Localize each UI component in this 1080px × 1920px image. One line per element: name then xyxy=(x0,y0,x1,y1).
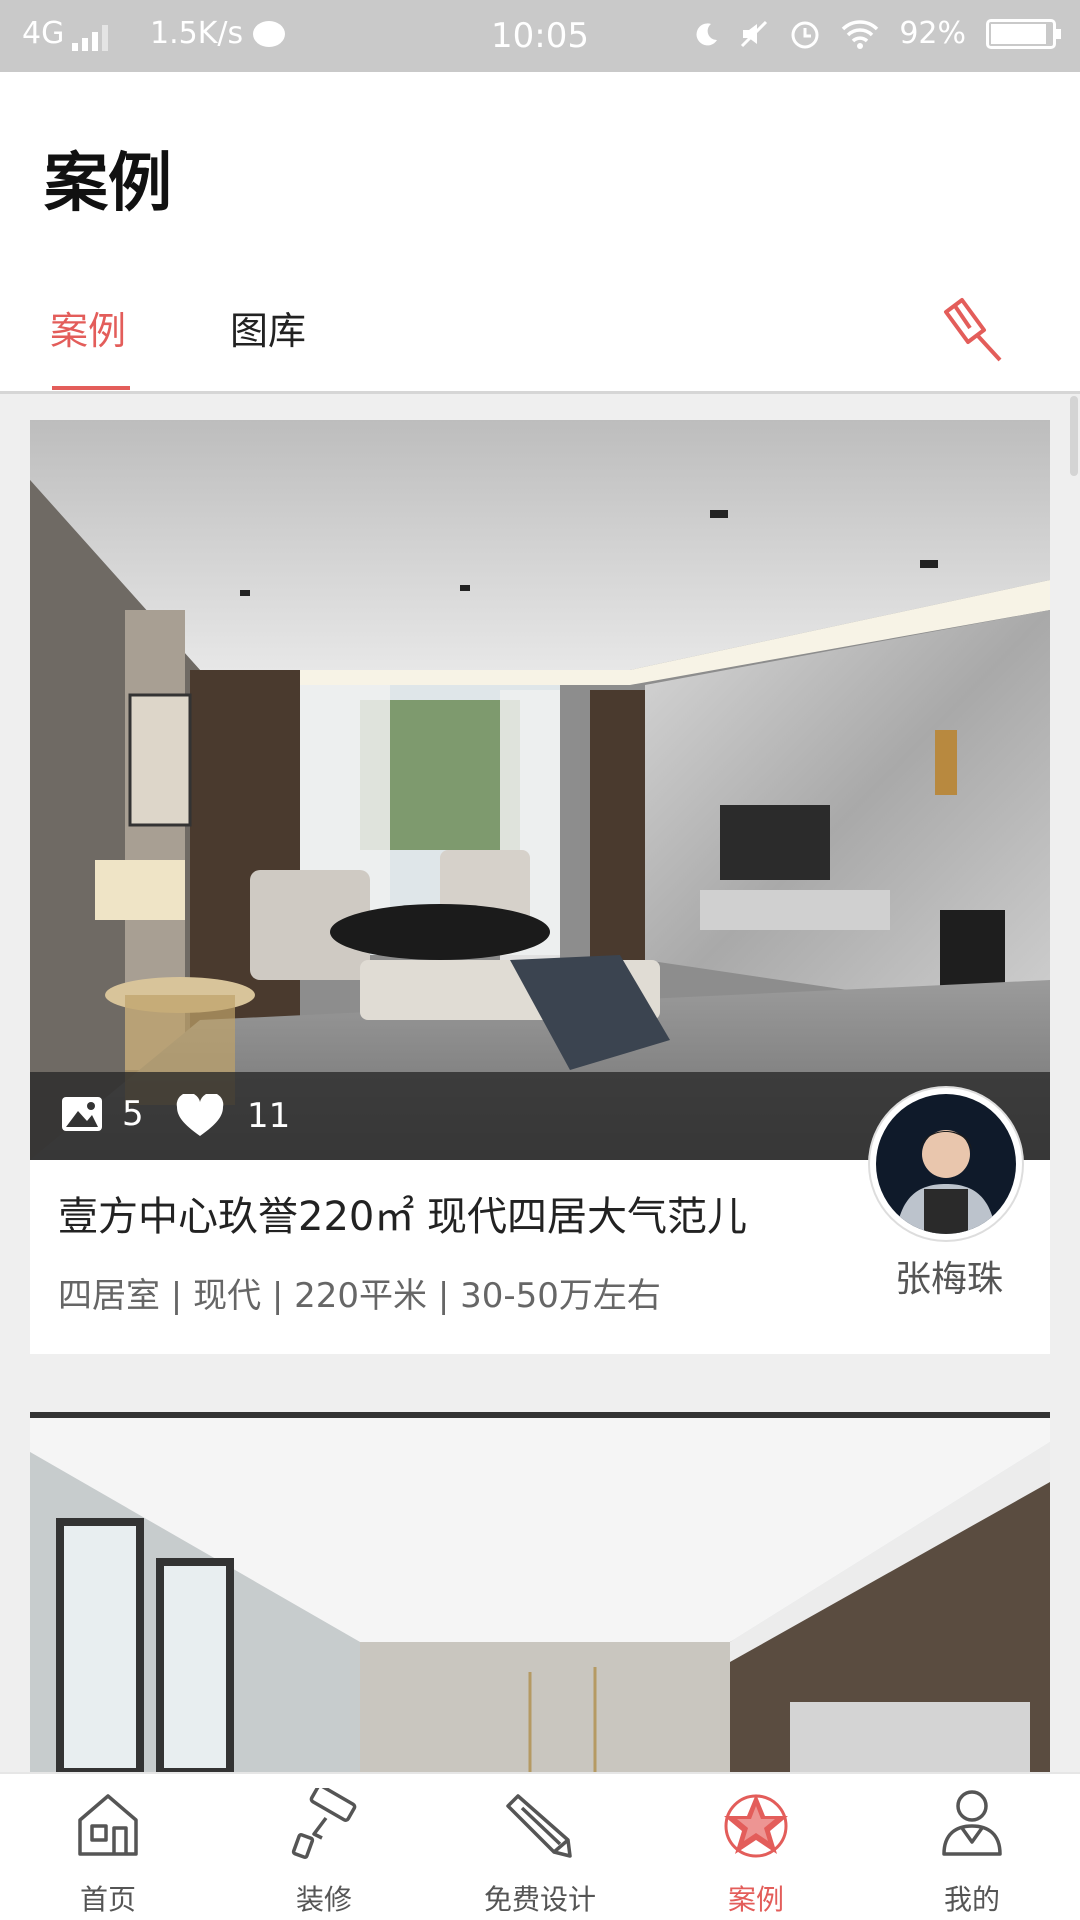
nav-home[interactable]: 首页 xyxy=(0,1774,216,1920)
case-photo xyxy=(30,1412,1050,1772)
bottom-nav: 首页 装修 免费设计 案例 我的 xyxy=(0,1772,1080,1920)
paint-roller-icon xyxy=(291,1788,357,1859)
designer-photo xyxy=(876,1094,1016,1234)
designer-avatar[interactable] xyxy=(870,1088,1022,1240)
pencil-icon xyxy=(506,1794,572,1858)
alarm-icon xyxy=(791,21,819,48)
page-title: 案例 xyxy=(44,147,172,221)
photo-count: 5 xyxy=(60,1094,144,1134)
nav-home-label: 首页 xyxy=(79,1883,136,1916)
nav-cases[interactable]: 案例 xyxy=(648,1774,864,1920)
designer-name[interactable]: 张梅珠 xyxy=(885,1250,1013,1302)
nav-free-design-label: 免费设计 xyxy=(483,1883,596,1916)
nav-decoration[interactable]: 装修 xyxy=(216,1774,432,1920)
scrollbar[interactable] xyxy=(1070,396,1078,476)
wifi-icon xyxy=(842,19,879,49)
case-photo[interactable]: 5 11 xyxy=(30,420,1050,1160)
photo-count-value: 5 xyxy=(122,1094,144,1134)
status-bar: 4G 1.5K/s 10:05 92% xyxy=(0,0,1080,72)
app-screen: 4G 1.5K/s 10:05 92% 案例 案例 图库 5 11 壹方中心玖誉… xyxy=(0,0,1080,1920)
active-tab-indicator xyxy=(52,386,130,390)
case-card[interactable]: 5 11 壹方中心玖誉220㎡ 现代四居大气范儿 四居室 | 现代 | 220平… xyxy=(30,420,1050,1354)
nav-decoration-label: 装修 xyxy=(295,1883,352,1916)
status-icons: 92% xyxy=(693,16,1061,51)
living-room-image xyxy=(30,420,1050,1160)
case-title[interactable]: 壹方中心玖誉220㎡ 现代四居大气范儿 xyxy=(58,1184,747,1242)
nav-free-design[interactable]: 免费设计 xyxy=(432,1774,648,1920)
image-icon xyxy=(62,1097,102,1131)
brush-icon[interactable] xyxy=(938,294,1008,364)
profile-icon xyxy=(942,1790,1002,1856)
nav-mine[interactable]: 我的 xyxy=(864,1774,1080,1920)
moon-icon xyxy=(696,22,718,45)
like-count-value: 11 xyxy=(247,1096,291,1136)
nav-cases-label: 案例 xyxy=(727,1883,784,1916)
battery-percent: 92% xyxy=(899,16,966,51)
case-card[interactable] xyxy=(30,1412,1050,1772)
mute-icon xyxy=(741,20,768,47)
home-icon xyxy=(78,1794,138,1856)
page-header: 案例 案例 图库 xyxy=(0,72,1080,394)
tab-gallery[interactable]: 图库 xyxy=(230,300,306,355)
tab-cases[interactable]: 案例 xyxy=(50,300,126,355)
heart-icon[interactable] xyxy=(175,1094,225,1138)
case-tags: 四居室 | 现代 | 220平米 | 30-50万左右 xyxy=(58,1276,661,1316)
nav-mine-label: 我的 xyxy=(943,1883,1000,1916)
like-count[interactable]: 11 xyxy=(175,1094,290,1138)
star-icon xyxy=(724,1794,788,1858)
battery-icon xyxy=(986,18,1061,49)
